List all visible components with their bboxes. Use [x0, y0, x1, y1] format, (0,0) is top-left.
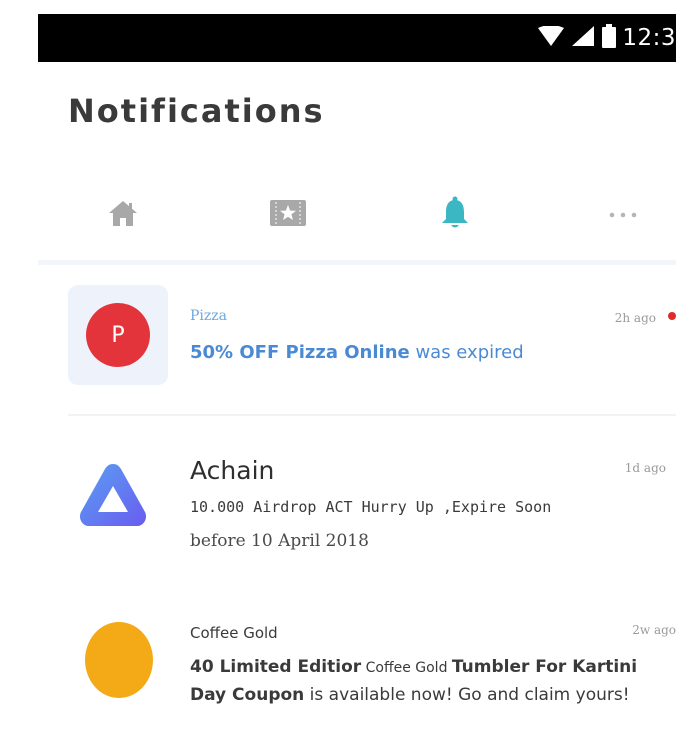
message-text: was expired [409, 342, 524, 363]
tab-notifications[interactable] [425, 190, 485, 240]
tab-more[interactable] [593, 190, 653, 240]
notification-time: 1d ago [624, 461, 666, 475]
tab-home[interactable] [93, 190, 153, 240]
status-bar: 12:3 [38, 14, 676, 62]
notification-message: 50% OFF Pizza Online was expired [190, 342, 524, 363]
status-time: 12:3 [622, 25, 676, 51]
message-text: is available now! Go and claim yours! [304, 685, 630, 705]
tab-tickets[interactable] [258, 190, 318, 240]
wifi-icon [538, 24, 565, 51]
pizza-logo: P [86, 303, 150, 367]
notification-item[interactable]: Coffee Gold 2w ago 40 Limited Editior Co… [38, 610, 676, 735]
notification-source: Coffee Gold [190, 624, 278, 642]
battery-icon [602, 23, 617, 53]
home-icon [108, 199, 138, 232]
notification-message-line2: before 10 April 2018 [190, 531, 369, 551]
ticket-icon [269, 198, 307, 233]
notification-time: 2w ago [632, 623, 676, 637]
message-highlight: Day Coupon [190, 685, 305, 705]
notification-source: Pizza [190, 308, 227, 324]
notification-message: 40 Limited Editior Coffee Gold Tumbler F… [190, 654, 676, 709]
more-icon [608, 206, 638, 224]
tab-bar [38, 180, 676, 265]
avatar: P [68, 285, 168, 385]
unread-indicator [668, 312, 676, 320]
message-highlight[interactable]: 50% OFF Pizza Online [190, 342, 410, 363]
notification-message-line1: 10.000 Airdrop ACT Hurry Up ,Expire Soon [190, 498, 552, 516]
divider [68, 414, 676, 416]
message-text: Coffee Gold [361, 660, 452, 676]
notification-source: Achain [190, 456, 275, 485]
coffee-gold-logo [85, 622, 153, 698]
notification-item[interactable]: P Pizza 2h ago 50% OFF Pizza Online was … [38, 285, 676, 395]
cellular-signal-icon [572, 25, 595, 51]
notification-item[interactable]: Achain 1d ago 10.000 Airdrop ACT Hurry U… [38, 440, 676, 570]
page-title: Notifications [68, 92, 325, 130]
achain-logo [79, 464, 147, 526]
message-highlight: Tumbler For Kartini [451, 657, 638, 677]
message-highlight: 40 Limited Editior [190, 657, 362, 677]
avatar [78, 458, 148, 538]
avatar [84, 620, 154, 700]
notification-time: 2h ago [614, 311, 656, 325]
bell-icon [441, 196, 469, 235]
status-icons [538, 23, 617, 53]
avatar-letter: P [111, 322, 125, 348]
